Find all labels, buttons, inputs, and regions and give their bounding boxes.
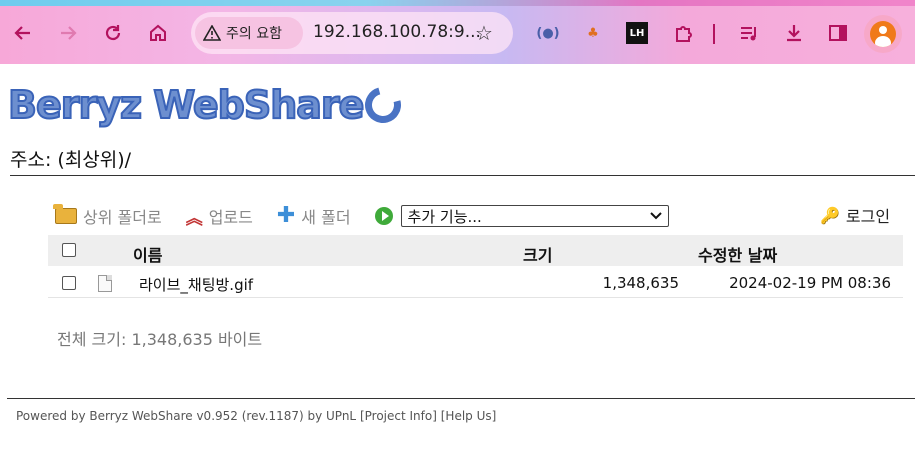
help-us-link[interactable]: [Help Us] — [441, 409, 497, 423]
project-info-link[interactable]: [Project Info] — [360, 409, 437, 423]
berryz-webshare-logo[interactable]: Berryz WebShare — [7, 75, 409, 135]
play-icon — [374, 207, 393, 225]
profile-avatar[interactable] — [864, 15, 902, 53]
home-icon[interactable] — [145, 20, 171, 46]
upload-chevrons-icon: ︽ — [185, 208, 203, 229]
upload-button[interactable]: ︽ 업로드 — [186, 204, 253, 229]
total-size: 전체 크기: 1,348,635 바이트 — [57, 330, 263, 349]
sitemap-extension-icon[interactable]: ♣ — [582, 22, 604, 44]
new-folder-button[interactable]: ✚ 새 폴더 — [277, 204, 351, 228]
logo-text: Berryz WebShare — [7, 82, 365, 128]
select-value: 추가 기능... — [407, 207, 482, 226]
footer-divider — [7, 398, 915, 399]
bookmark-star-icon[interactable]: ☆ — [471, 20, 497, 46]
sidebar-toggle-icon[interactable] — [825, 20, 851, 46]
current-path: 주소: (최상위)/ — [10, 149, 132, 171]
back-icon[interactable] — [10, 20, 36, 46]
login-button[interactable]: 🔑 로그인 — [820, 203, 890, 227]
browser-toolbar: 주의 요함 192.168.100.78:9... ☆ (●) ♣ LH — [0, 0, 915, 64]
file-icon — [98, 275, 112, 292]
media-queue-icon[interactable] — [736, 20, 762, 46]
toolbar-separator — [713, 24, 715, 44]
security-chip[interactable]: 주의 요함 — [195, 17, 303, 49]
upload-label: 업로드 — [208, 208, 253, 227]
action-bar: 상위 폴더로 ︽ 업로드 ✚ 새 폴더 추가 기능... — [53, 203, 669, 229]
row-checkbox[interactable] — [62, 276, 76, 290]
file-name-link[interactable]: 라이브_채팅방.gif — [139, 274, 253, 295]
parent-folder-label: 상위 폴더로 — [83, 208, 162, 227]
column-size[interactable]: 크기 — [523, 242, 552, 266]
chevron-down-icon — [649, 212, 662, 220]
column-modified[interactable]: 수정한 날짜 — [698, 242, 777, 266]
select-all-checkbox[interactable] — [62, 243, 76, 257]
extensions-puzzle-icon[interactable] — [670, 20, 696, 46]
file-table-header: 이름 크기 수정한 날짜 — [48, 235, 903, 266]
forward-icon[interactable] — [55, 20, 81, 46]
key-icon: 🔑 — [820, 205, 840, 225]
file-size: 1,348,635 — [602, 274, 679, 292]
lh-extension-icon[interactable]: LH — [626, 22, 648, 44]
footer: Powered by Berryz WebShare v0.952 (rev.1… — [16, 409, 496, 423]
security-label: 주의 요함 — [226, 26, 282, 42]
more-functions-select[interactable]: 추가 기능... — [400, 205, 669, 227]
folder-up-icon — [53, 204, 77, 224]
column-name[interactable]: 이름 — [133, 242, 162, 266]
login-label: 로그인 — [845, 207, 891, 226]
url-text[interactable]: 192.168.100.78:9... — [313, 22, 481, 42]
file-modified: 2024-02-19 PM 08:36 — [729, 274, 891, 292]
parent-folder-button[interactable]: 상위 폴더로 — [53, 204, 162, 228]
plus-icon: ✚ — [276, 203, 296, 228]
divider — [10, 175, 915, 176]
warning-icon — [203, 25, 221, 41]
footer-text: Powered by Berryz WebShare v0.952 (rev.1… — [16, 409, 357, 423]
download-icon[interactable] — [781, 20, 807, 46]
reload-icon[interactable] — [100, 20, 126, 46]
extension-icon[interactable]: (●) — [536, 22, 559, 44]
table-row: 라이브_채팅방.gif 1,348,635 2024-02-19 PM 08:3… — [48, 268, 903, 298]
refresh-ring-icon — [358, 80, 409, 130]
new-folder-label: 새 폴더 — [301, 208, 351, 227]
user-icon — [870, 21, 896, 47]
